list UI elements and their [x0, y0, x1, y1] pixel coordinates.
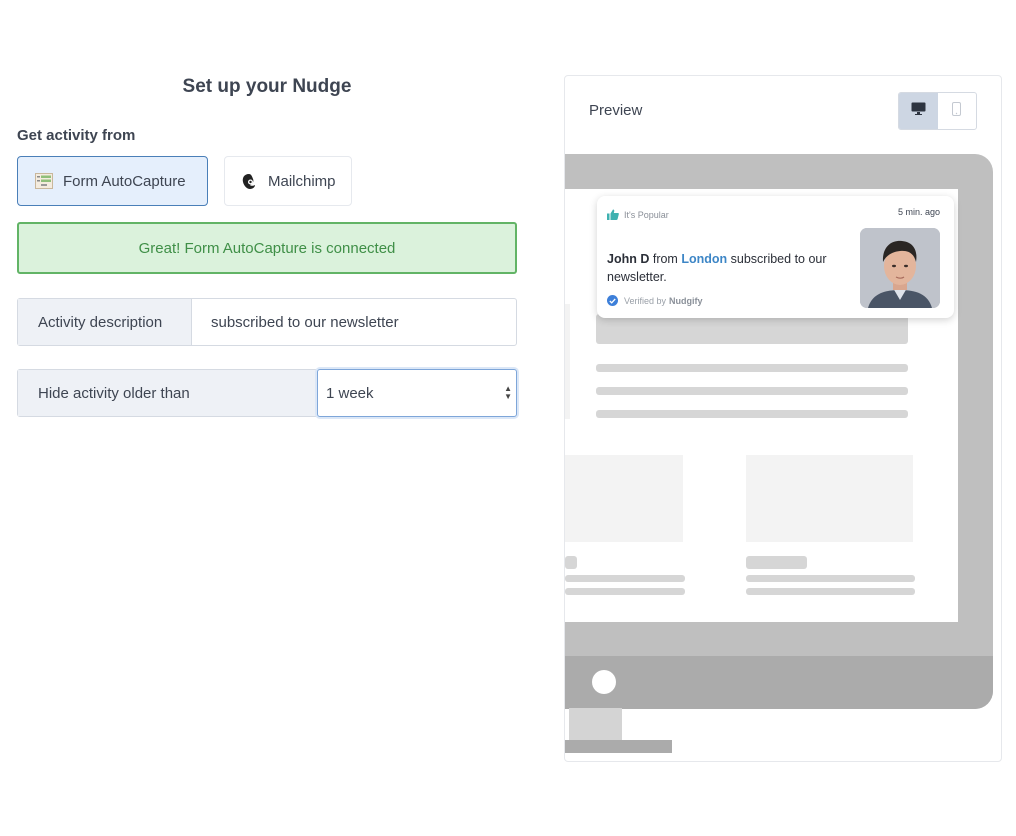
placeholder-block	[746, 556, 807, 569]
mailchimp-icon	[240, 173, 258, 189]
source-mailchimp-button[interactable]: Mailchimp	[224, 156, 352, 206]
source-label-text: Mailchimp	[268, 172, 336, 190]
placeholder-block	[565, 304, 570, 419]
notification-name: John D	[607, 252, 650, 266]
source-label-text: Form AutoCapture	[63, 172, 186, 190]
monitor-power-button	[592, 670, 616, 694]
thumbs-up-icon	[607, 209, 619, 220]
mobile-icon	[952, 101, 962, 121]
form-icon	[35, 173, 53, 189]
placeholder-line	[565, 588, 685, 595]
notification-from: from	[652, 252, 678, 266]
verified-brand: Nudgify	[669, 295, 703, 306]
notification-message: John D from London subscribed to our new…	[607, 250, 857, 286]
placeholder-block	[565, 556, 577, 569]
notification-tag: It's Popular	[607, 209, 669, 220]
notification-time: 5 min. ago	[897, 207, 940, 217]
mobile-view-button[interactable]	[938, 93, 977, 129]
monitor-chin	[565, 656, 993, 709]
preview-title: Preview	[589, 102, 643, 119]
hide-activity-label: Hide activity older than	[18, 370, 317, 416]
activity-description-input[interactable]: subscribed to our newsletter	[192, 299, 516, 345]
activity-description-field: Activity description subscribed to our n…	[17, 298, 517, 346]
placeholder-block	[596, 314, 908, 344]
hide-activity-field: Hide activity older than 1 week ▲ ▼	[17, 369, 517, 417]
placeholder-line	[565, 575, 685, 582]
page-title: Set up your Nudge	[182, 76, 352, 97]
source-form-autocapture-button[interactable]: Form AutoCapture	[17, 156, 208, 206]
placeholder-line	[596, 387, 908, 395]
placeholder-image	[746, 455, 913, 542]
hide-activity-select[interactable]: 1 week ▲ ▼	[317, 369, 517, 417]
verified-check-icon	[607, 295, 618, 306]
placeholder-line	[596, 364, 908, 372]
hide-activity-selected-value: 1 week	[326, 384, 374, 402]
avatar	[860, 228, 940, 308]
nudge-notification: It's Popular 5 min. ago John D from Lond…	[597, 196, 954, 318]
monitor-base	[565, 740, 672, 753]
placeholder-line	[746, 575, 915, 582]
desktop-icon	[911, 102, 926, 120]
placeholder-line	[596, 410, 908, 418]
notification-tag-text: It's Popular	[624, 209, 669, 220]
select-arrows-icon: ▲ ▼	[504, 384, 512, 401]
monitor-stand	[569, 708, 622, 741]
device-toggle	[898, 92, 977, 130]
desktop-view-button[interactable]	[899, 93, 938, 129]
preview-panel: Preview It's Popular 5 min. ago John D f…	[564, 75, 1002, 762]
connection-success-alert: Great! Form AutoCapture is connected	[17, 222, 517, 274]
verified-prefix: Verified by	[624, 295, 667, 306]
placeholder-image	[565, 455, 683, 542]
placeholder-line	[746, 588, 915, 595]
activity-description-label: Activity description	[18, 299, 192, 345]
verified-badge: Verified by Nudgify	[607, 295, 703, 306]
source-label: Get activity from	[17, 127, 136, 144]
notification-city: London	[681, 252, 728, 266]
